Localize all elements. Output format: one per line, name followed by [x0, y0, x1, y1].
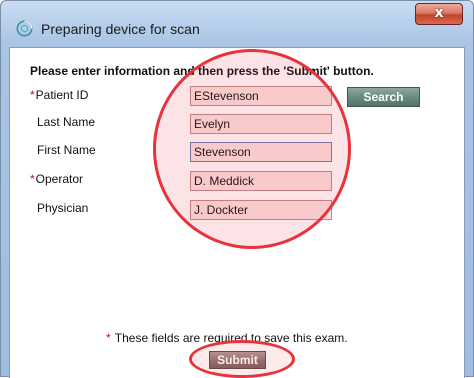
dialog-window: Preparing device for scan x Please enter…: [0, 0, 474, 378]
physician-label: Physician: [37, 201, 89, 215]
operator-label: *Operator: [30, 172, 84, 186]
physician-input[interactable]: J. Dockter: [190, 200, 332, 220]
first-name-label: First Name: [37, 143, 96, 157]
dialog-content: Please enter information and then press …: [9, 47, 465, 378]
search-button[interactable]: Search: [347, 87, 420, 107]
instruction-text: Please enter information and then press …: [30, 64, 374, 78]
patient-id-label: *Patient ID: [30, 88, 89, 102]
required-marker: *: [106, 331, 111, 345]
submit-button[interactable]: Submit: [209, 351, 266, 369]
required-fields-note: * These fields are required to save this…: [106, 331, 348, 345]
window-title: Preparing device for scan: [41, 21, 200, 37]
close-button[interactable]: x: [415, 3, 463, 25]
title-bar[interactable]: Preparing device for scan x: [1, 1, 473, 45]
close-icon: x: [434, 5, 444, 21]
required-marker: *: [30, 172, 35, 186]
scan-device-icon: [16, 20, 33, 37]
last-name-label: Last Name: [37, 115, 96, 129]
last-name-input[interactable]: Evelyn: [190, 114, 332, 134]
required-marker: *: [30, 88, 35, 102]
operator-input[interactable]: D. Meddick: [190, 171, 332, 191]
first-name-input[interactable]: Stevenson: [190, 142, 332, 162]
patient-id-input[interactable]: EStevenson: [190, 86, 332, 106]
